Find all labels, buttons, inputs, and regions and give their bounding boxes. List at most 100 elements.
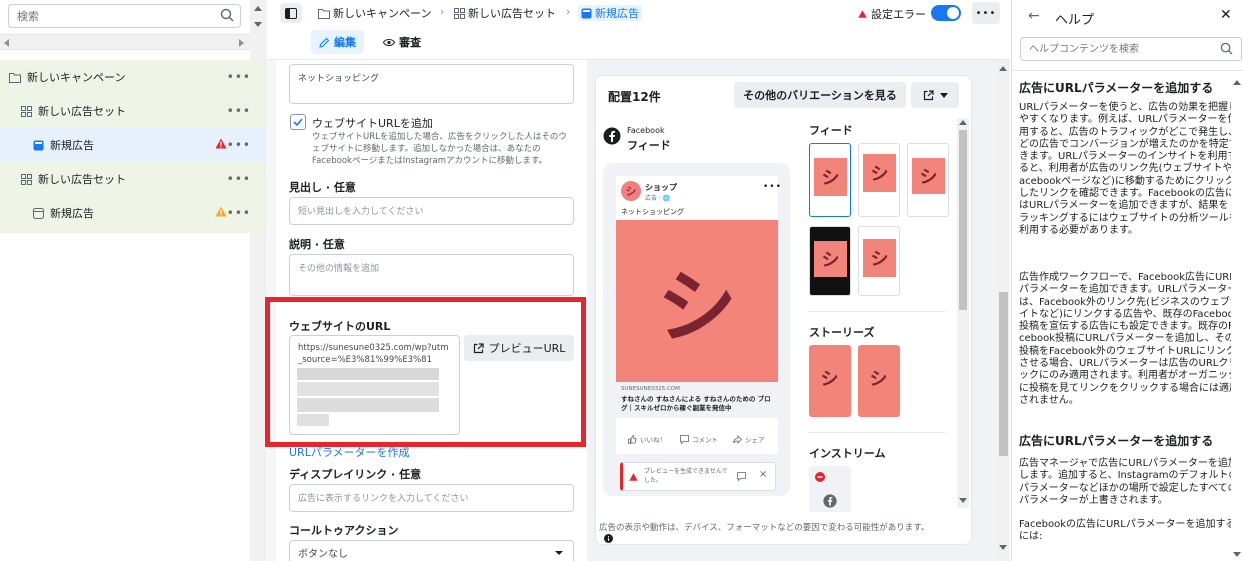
placement-thumb-feed[interactable]: シ xyxy=(907,143,949,217)
website-url-checkbox[interactable] xyxy=(290,114,306,130)
placement-thumb-story[interactable]: シ xyxy=(858,345,900,417)
scroll-down-icon[interactable] xyxy=(254,22,262,27)
tab-edit[interactable]: 編集 xyxy=(311,30,364,54)
share-action: シェア xyxy=(733,434,765,444)
more-icon[interactable]: ••• xyxy=(227,206,251,220)
primary-text-value: ネットショッピング xyxy=(298,74,380,84)
description-field[interactable]: その他の情報を追加 xyxy=(289,254,574,296)
post-image-glyph: シ xyxy=(657,261,737,354)
thumb-glyph: シ xyxy=(820,369,839,390)
campaign-search-input[interactable] xyxy=(9,5,199,27)
tree-item-ad[interactable]: 新規広告 ••• xyxy=(0,196,267,230)
toggle-sidebar-button[interactable] xyxy=(280,3,302,23)
back-arrow-icon[interactable]: ← xyxy=(1028,8,1040,24)
error-circle-icon xyxy=(815,472,825,482)
headline-field[interactable]: 短い見出しを入力してください xyxy=(289,197,574,225)
tab-label: 審査 xyxy=(399,36,421,49)
breadcrumb-ad[interactable]: 新規広告 xyxy=(578,5,642,21)
scroll-left-icon[interactable] xyxy=(4,39,9,47)
scroll-down-icon[interactable] xyxy=(959,498,967,503)
placement-thumb-feed[interactable]: シ xyxy=(858,226,900,296)
close-icon[interactable]: ✕ xyxy=(1220,7,1232,23)
primary-text-field[interactable]: ネットショッピング xyxy=(289,64,574,104)
help-search-input[interactable] xyxy=(1021,38,1216,60)
help-heading: 広告にURLパラメーターを追加する xyxy=(1019,434,1214,448)
more-icon[interactable]: ••• xyxy=(227,104,251,118)
tree-item-label: 新しいキャンペーン xyxy=(27,71,126,84)
page-avatar: シ xyxy=(621,181,641,201)
like-icon xyxy=(628,434,637,444)
ad-status-toggle[interactable] xyxy=(931,5,961,21)
campaign-tree: 新しいキャンペーン ••• 新しい広告セット ••• 新規広告 ••• 新しい広… xyxy=(0,60,267,233)
tree-item-label: 新規広告 xyxy=(50,207,94,220)
scroll-down-icon[interactable] xyxy=(1233,552,1241,557)
scroll-down-icon[interactable] xyxy=(999,545,1007,550)
scroll-up-icon[interactable] xyxy=(999,66,1007,71)
display-link-field[interactable]: 広告に表示するリンクを入力してください xyxy=(289,484,574,512)
scroll-up-icon[interactable] xyxy=(959,120,967,125)
breadcrumb-label: 新しいキャンペーン xyxy=(333,7,432,20)
placement-thumb-feed[interactable]: シ xyxy=(809,226,851,296)
display-link-placeholder: 広告に表示するリンクを入力してください xyxy=(298,494,469,504)
scroll-thumb[interactable] xyxy=(999,292,1008,456)
help-search-box[interactable] xyxy=(1020,37,1242,61)
section-stories-label: ストーリーズ xyxy=(809,326,875,339)
comment-action: コメント xyxy=(680,434,718,444)
caret-down-icon xyxy=(939,92,948,98)
grid-icon xyxy=(454,7,465,19)
scroll-thumb[interactable] xyxy=(959,130,967,310)
cta-select[interactable]: ボタンなし xyxy=(289,540,574,561)
more-icon[interactable]: ••• xyxy=(227,138,251,152)
more-options-button[interactable]: ••• xyxy=(972,2,1000,24)
breadcrumb-campaign[interactable]: 新しいキャンペーン xyxy=(318,5,431,21)
horizontal-scrollbar[interactable] xyxy=(0,34,250,50)
tree-item-adset[interactable]: 新しい広告セット ••• xyxy=(0,94,267,128)
settings-error-label: 設定エラー xyxy=(871,8,926,21)
scroll-up-icon[interactable] xyxy=(254,6,262,11)
tab-label: 編集 xyxy=(334,36,356,49)
info-icon[interactable] xyxy=(604,533,613,546)
close-icon[interactable]: × xyxy=(759,469,767,480)
placement-thumb-feed[interactable]: シ xyxy=(858,143,900,217)
tree-item-campaign[interactable]: 新しいキャンペーン ••• xyxy=(0,60,267,94)
comment-icon xyxy=(680,434,689,444)
placement-thumb-instream[interactable] xyxy=(809,466,851,512)
preview-scrollbar[interactable] xyxy=(957,118,969,508)
thumb-glyph: シ xyxy=(870,249,889,270)
share-preview-button[interactable] xyxy=(911,82,959,108)
placements-count: 配置12件 xyxy=(608,90,661,104)
see-more-variations-button[interactable]: その他のバリエーションを見る xyxy=(734,82,906,108)
campaign-search-box[interactable] xyxy=(8,4,241,28)
more-icon: ••• xyxy=(975,7,997,19)
help-divider xyxy=(1011,70,1243,71)
placement-name: フィード xyxy=(627,139,671,152)
error-icon xyxy=(215,138,227,152)
like-action: いいね！ xyxy=(628,434,666,444)
scroll-right-icon[interactable] xyxy=(239,39,244,47)
thumb-glyph: シ xyxy=(919,167,938,188)
section-instream-label: インストリーム xyxy=(809,447,886,460)
post-text: ネットショッピング xyxy=(621,208,684,216)
sidebar-icon xyxy=(285,7,297,19)
website-url-checkbox-label: ウェブサイトURLを追加 xyxy=(312,117,433,130)
settings-error-indicator[interactable]: 設定エラー xyxy=(858,6,926,22)
folder-icon xyxy=(9,72,21,83)
facebook-icon xyxy=(823,494,837,508)
more-icon[interactable]: ••• xyxy=(227,70,251,84)
help-scrollbar[interactable] xyxy=(1231,78,1243,561)
scroll-up-icon[interactable] xyxy=(1233,80,1241,85)
ad-icon xyxy=(33,140,44,151)
tab-review[interactable]: 審査 xyxy=(375,30,429,54)
section-divider xyxy=(809,311,945,312)
search-icon[interactable] xyxy=(1220,42,1233,58)
main-scrollbar[interactable] xyxy=(997,60,1010,561)
tree-item-ad-selected[interactable]: 新規広告 ••• xyxy=(0,128,267,162)
more-icon[interactable]: ••• xyxy=(227,172,251,186)
placement-thumb-feed[interactable]: シ xyxy=(809,143,851,217)
search-icon[interactable] xyxy=(220,8,234,25)
build-url-parameters-link[interactable]: URLパラメーターを作成 xyxy=(289,444,410,460)
tree-item-adset[interactable]: 新しい広告セット ••• xyxy=(0,162,267,196)
breadcrumb-adset[interactable]: 新しい広告セット xyxy=(454,5,556,21)
placement-thumb-story[interactable]: シ xyxy=(809,345,851,417)
tree-item-label: 新しい広告セット xyxy=(38,105,126,118)
